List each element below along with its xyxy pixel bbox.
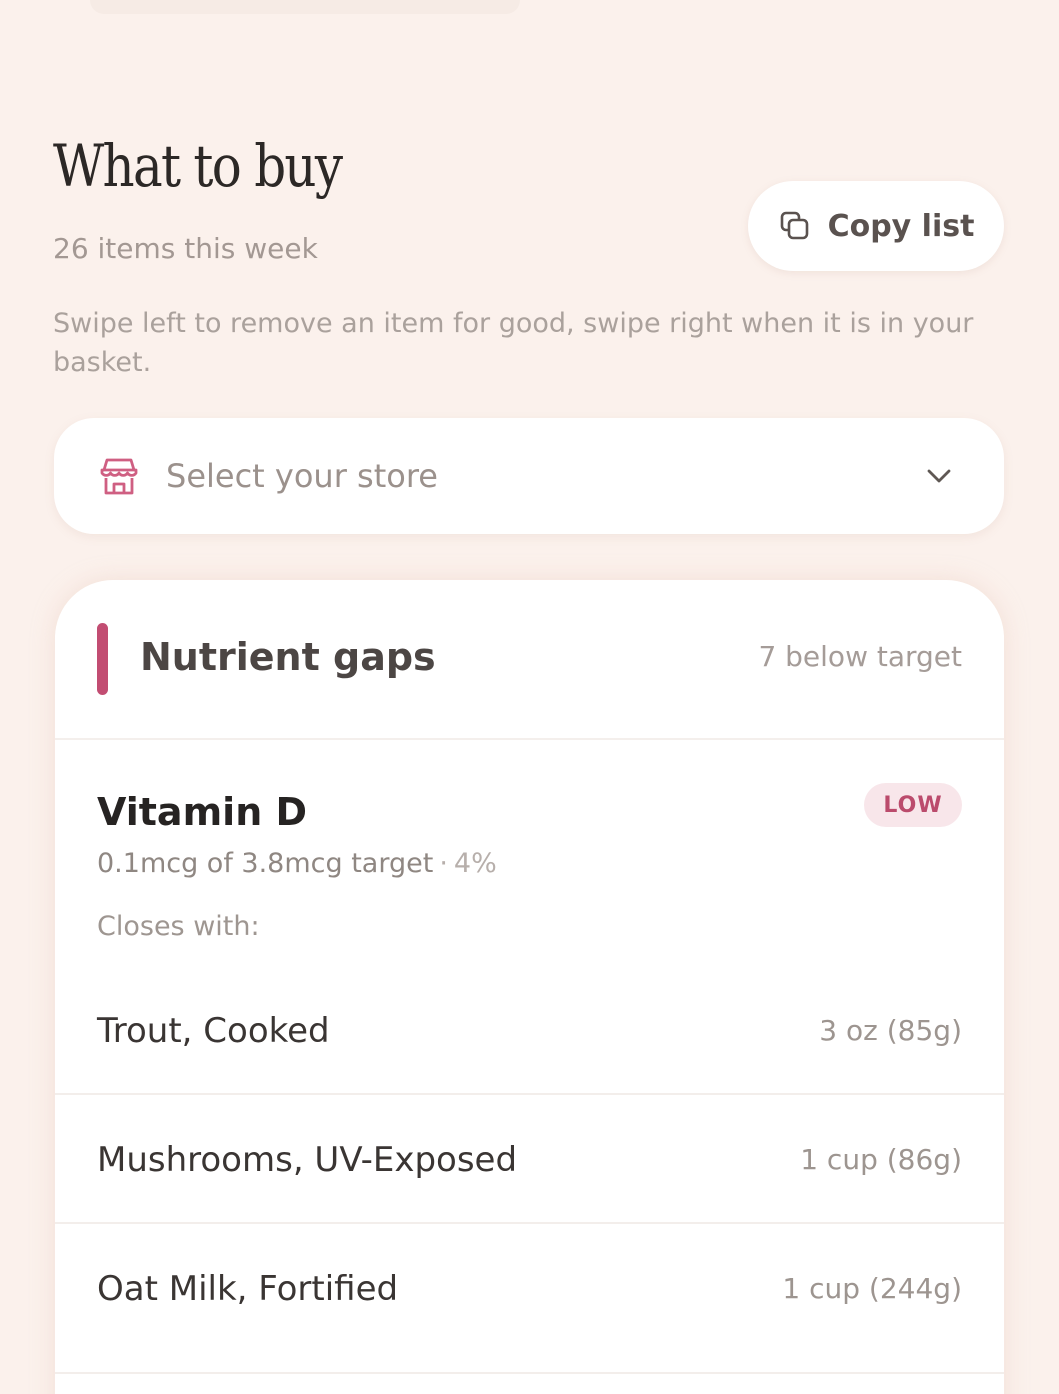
- nutrient-gaps-title: Nutrient gaps: [140, 635, 436, 679]
- below-target-count: 7 below target: [758, 640, 962, 673]
- store-icon: [100, 458, 138, 495]
- nutrient-amount-text: 0.1mcg of 3.8mcg target: [97, 848, 434, 879]
- nutrient-gaps-header: Nutrient gaps 7 below target: [55, 580, 1004, 740]
- detail-separator: ·: [439, 848, 448, 879]
- food-name: Oat Milk, Fortified: [97, 1269, 399, 1309]
- closes-with-label: Closes with:: [97, 911, 260, 942]
- accent-bar: [97, 623, 108, 695]
- food-row[interactable]: Oat Milk, Fortified 1 cup (244g): [55, 1224, 1004, 1374]
- nutrient-percent: 4%: [453, 848, 497, 879]
- item-count-subtitle: 26 items this week: [53, 232, 318, 265]
- copy-list-button[interactable]: Copy list: [748, 181, 1004, 271]
- what-to-buy-screen: What to buy 26 items this week Copy list…: [0, 0, 1059, 1394]
- food-row[interactable]: Mushrooms, UV-Exposed 1 cup (86g): [55, 1095, 1004, 1224]
- nutrient-progress-detail: 0.1mcg of 3.8mcg target · 4%: [97, 848, 497, 879]
- nutrient-item-vitamin-d: Vitamin D LOW 0.1mcg of 3.8mcg target · 4%…: [55, 740, 1004, 942]
- food-amount: 3 oz (85g): [819, 1014, 962, 1047]
- food-name: Trout, Cooked: [97, 1011, 330, 1051]
- store-select-placeholder: Select your store: [166, 457, 438, 495]
- food-row[interactable]: Trout, Cooked 3 oz (85g): [55, 940, 1004, 1095]
- chevron-down-icon: [927, 469, 951, 483]
- status-badge: LOW: [864, 783, 962, 827]
- food-name: Mushrooms, UV-Exposed: [97, 1140, 518, 1180]
- food-amount: 1 cup (244g): [782, 1272, 962, 1305]
- nutrient-name: Vitamin D: [97, 790, 308, 834]
- page-title: What to buy: [53, 132, 343, 200]
- nutrient-gaps-card: Nutrient gaps 7 below target Vitamin D L…: [55, 580, 1004, 1394]
- food-amount: 1 cup (86g): [800, 1143, 962, 1176]
- copy-icon: [780, 211, 808, 240]
- store-select-dropdown[interactable]: Select your store: [54, 418, 1004, 534]
- swipe-helper-text: Swipe left to remove an item for good, s…: [53, 308, 974, 378]
- copy-list-label: Copy list: [827, 208, 975, 244]
- top-fade-decoration: [90, 0, 520, 14]
